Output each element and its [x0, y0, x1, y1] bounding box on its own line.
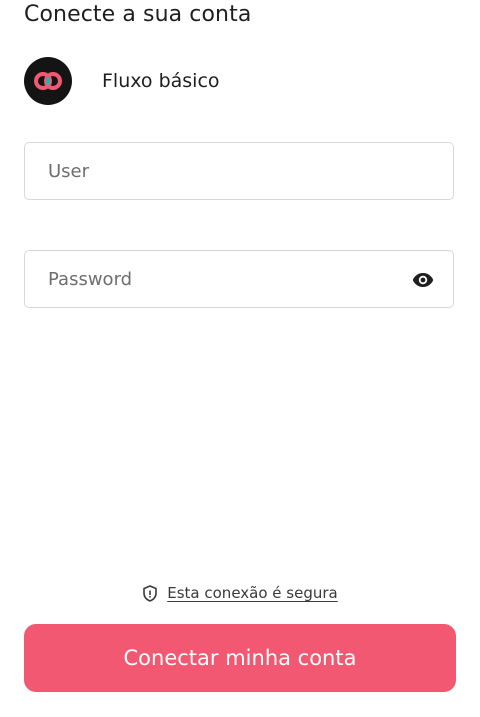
secure-connection-notice: Esta conexão é segura	[0, 584, 480, 602]
user-field	[24, 142, 454, 200]
page-title: Conecte a sua conta	[24, 2, 252, 27]
password-field	[24, 250, 454, 308]
shield-icon	[142, 584, 158, 602]
password-input[interactable]	[25, 251, 453, 307]
user-input[interactable]	[25, 143, 453, 199]
app-logo-icon	[24, 57, 72, 105]
app-info: Fluxo básico	[24, 57, 220, 105]
secure-connection-link[interactable]: Esta conexão é segura	[167, 584, 337, 602]
connect-account-button[interactable]: Conectar minha conta	[24, 624, 456, 692]
app-name: Fluxo básico	[102, 70, 220, 92]
show-password-eye-icon[interactable]	[411, 268, 435, 292]
